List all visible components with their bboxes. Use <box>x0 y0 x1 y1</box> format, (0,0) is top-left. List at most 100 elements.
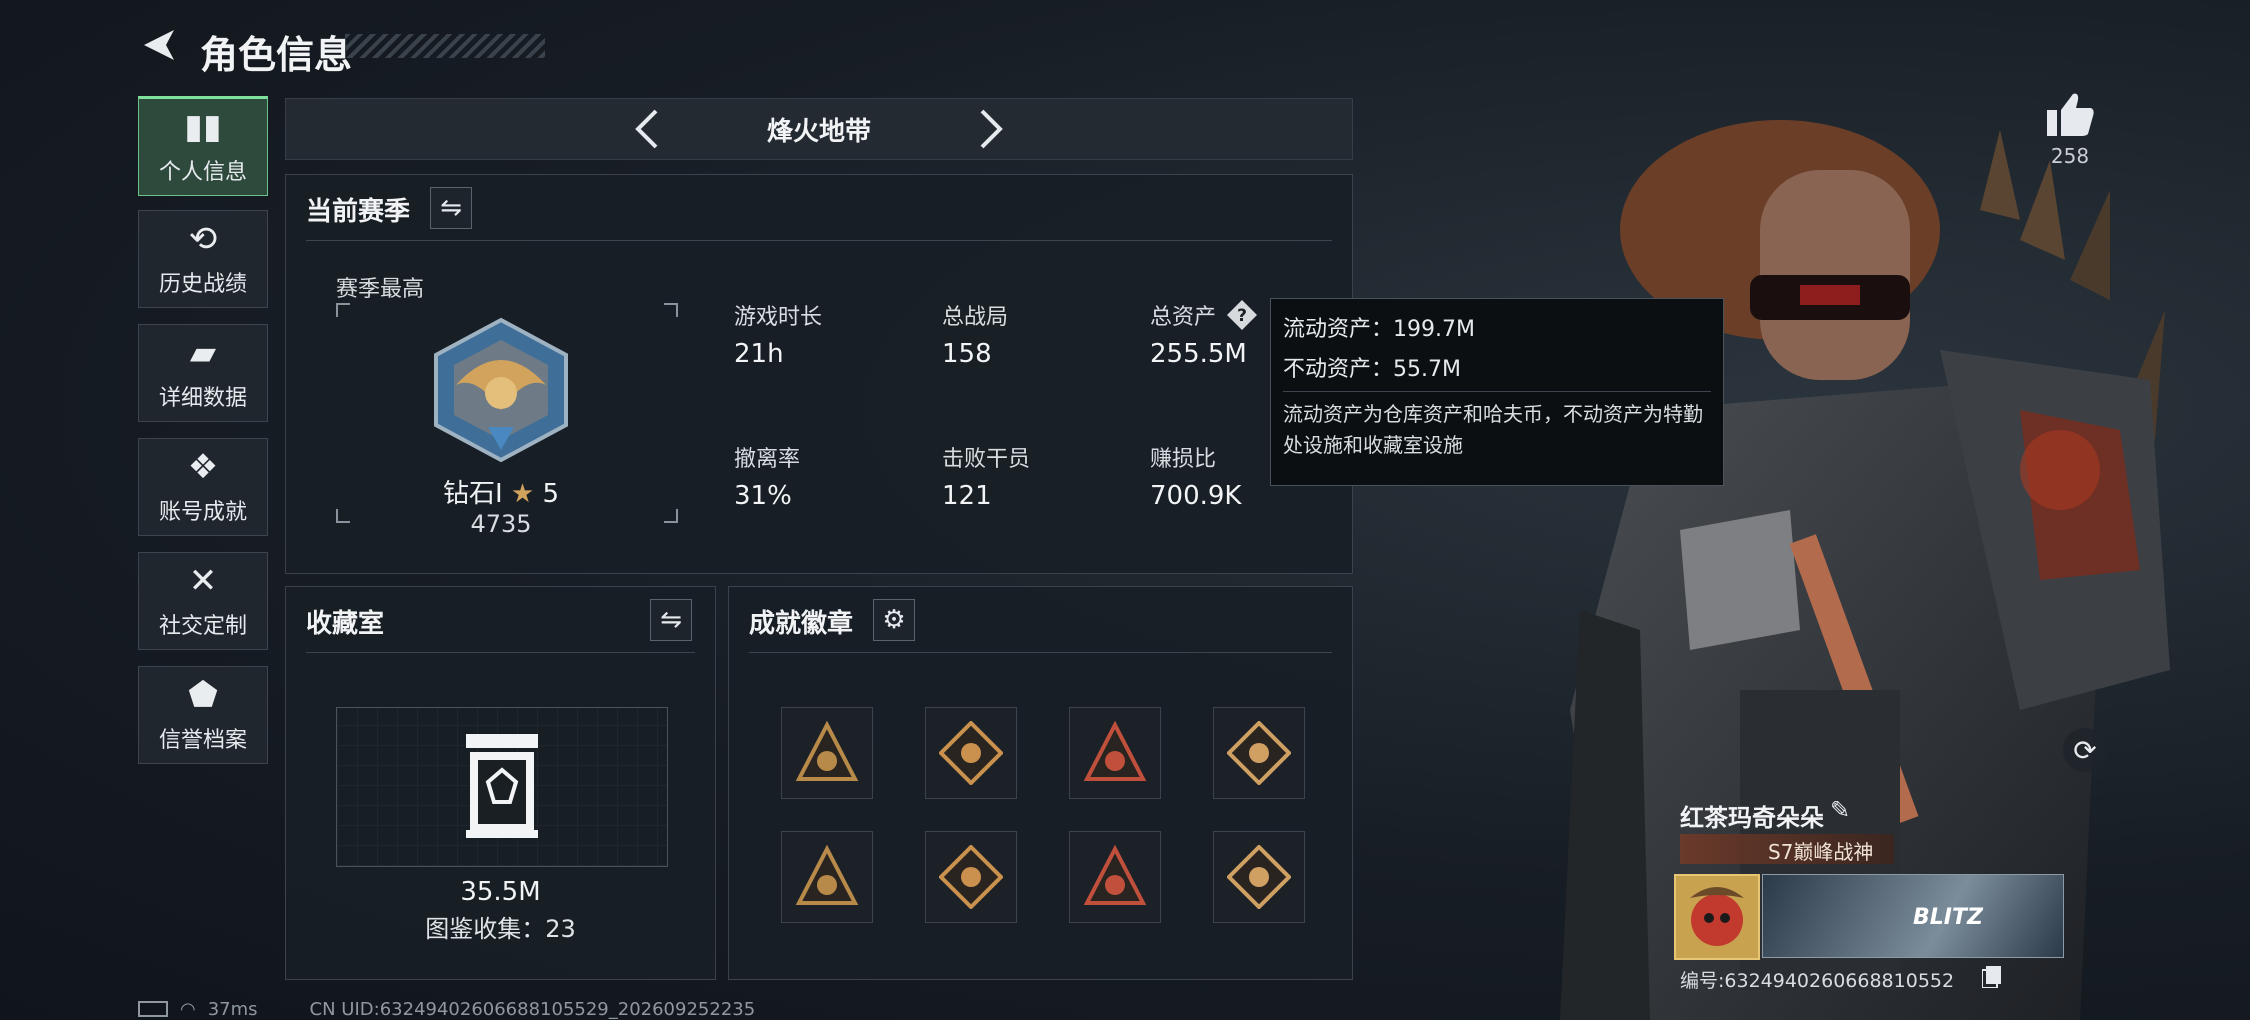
season-peak-label: 赛季最高 <box>336 277 425 302</box>
achievement-badge[interactable] <box>1069 831 1161 923</box>
badges-settings-button[interactable]: ⚙ <box>873 599 915 641</box>
sidebar-item-3[interactable]: ❖ 账号成就 <box>138 438 268 536</box>
player-name: 红茶玛奇朵朵 <box>1680 804 1824 832</box>
stat-label: 撤离率 <box>734 447 801 472</box>
title-tag: S7巅峰战神 <box>1680 834 1894 864</box>
tooltip-description: 流动资产为仓库资产和哈夫币，不动资产为特勤处设施和收藏室设施 <box>1283 402 1703 457</box>
uid-text: CN UID:6324940260668810552​9_20260925223… <box>309 998 756 1020</box>
stat-label: 总资产 <box>1150 305 1217 330</box>
swap-icon: ⇋ <box>440 193 462 223</box>
sidebar-item-1[interactable]: ⟲ 历史战绩 <box>138 210 268 308</box>
season-switch-button[interactable]: ⇋ <box>430 187 472 229</box>
help-icon: ? <box>1227 300 1257 330</box>
tooltip-divider <box>1283 391 1711 392</box>
achievement-badge[interactable] <box>1213 707 1305 799</box>
achievement-badge[interactable] <box>781 831 873 923</box>
wifi-icon: ◠ <box>180 998 196 1020</box>
next-mode-button[interactable] <box>968 107 1012 151</box>
history-icon: ⟲ <box>188 219 218 259</box>
avatar-image <box>1690 887 1744 946</box>
badge-emblem-icon <box>795 845 859 905</box>
gear-icon: ⚙ <box>882 605 906 635</box>
profile-card: 红茶玛奇朵朵 ✎ S7巅峰战神 BLITZ 编号:632494026066881… <box>1674 794 2110 1004</box>
rank-emblem-icon <box>434 317 568 463</box>
achievement-badge[interactable] <box>781 707 873 799</box>
season-title: 当前赛季 <box>306 197 411 227</box>
stat-label: 游戏时长 <box>734 305 823 330</box>
tools-icon: ✕ <box>188 561 218 601</box>
mode-selector: 烽火地带 <box>285 98 1353 160</box>
star-icon: ★ <box>510 479 535 509</box>
refresh-icon: ⟳ <box>2073 733 2097 767</box>
tooltip-liquid-assets: 流动资产：199.7M <box>1283 317 1475 342</box>
collection-preview[interactable] <box>336 707 668 867</box>
rotate-model-button[interactable]: ⟳ <box>2063 728 2107 772</box>
like-button[interactable]: 258 <box>2040 90 2100 180</box>
edit-name-button[interactable]: ✎ <box>1830 796 1860 826</box>
sidebar-item-label: 信誉档案 <box>158 728 247 753</box>
tooltip-fixed-assets: 不动资产：55.7M <box>1283 357 1461 382</box>
sidebar-item-label: 账号成就 <box>158 500 247 525</box>
rank-name: 钻石Ⅰ <box>442 479 503 509</box>
sidebar-item-label: 详细数据 <box>158 386 247 411</box>
collection-panel: 收藏室 ⇋ 35.5M 图鉴收集：23 <box>285 586 716 980</box>
stat-label: 击败干员 <box>942 447 1031 472</box>
rank-score: 4735 <box>470 510 532 538</box>
copy-icon <box>1981 966 2001 989</box>
frame-corner <box>664 509 678 523</box>
season-panel: 当前赛季 ⇋ 赛季最高 钻石Ⅰ ★ 5 4735 游戏时长 21h 总战局 158 总资… <box>285 174 1353 574</box>
badge-emblem-icon <box>795 721 859 781</box>
chevron-right-icon <box>980 109 1003 149</box>
name-card[interactable]: BLITZ <box>1762 874 2064 958</box>
achievement-badge[interactable] <box>1069 707 1161 799</box>
copy-id-button[interactable] <box>1981 966 2002 989</box>
status-bar: ◠ 37ms CN UID:6324940260668810552​9_2026… <box>138 998 755 1020</box>
battery-icon <box>138 1001 168 1017</box>
sidebar-item-5[interactable]: ⬟ 信誉档案 <box>138 666 268 764</box>
achievement-badge[interactable] <box>925 831 1017 923</box>
badge-emblem-icon <box>939 721 1003 785</box>
collection-switch-button[interactable]: ⇋ <box>650 599 692 641</box>
bar-chart-icon: ▮▮ <box>184 107 222 147</box>
vault-icon <box>466 734 538 838</box>
stat-value: 255.5M <box>1150 339 1247 369</box>
badge-emblem-icon <box>1083 845 1147 905</box>
stat-value: 121 <box>942 481 992 511</box>
mode-label: 烽火地带 <box>766 117 871 147</box>
ping-value: 37ms <box>207 998 258 1020</box>
achievement-badge[interactable] <box>925 707 1017 799</box>
badge-emblem-icon <box>1227 721 1291 785</box>
badge-emblem-icon <box>1083 721 1147 781</box>
achievement-icon: ❖ <box>187 447 219 487</box>
pencil-icon: ✎ <box>1830 796 1851 824</box>
back-button[interactable] <box>138 24 180 66</box>
thumbs-up-icon <box>2047 93 2094 136</box>
sidebar-item-label: 历史战绩 <box>158 272 247 297</box>
stat-value: 21h <box>734 339 784 369</box>
stat-value: 700.9K <box>1150 481 1242 511</box>
svg-text:?: ? <box>1237 306 1247 326</box>
frame-corner <box>336 303 350 317</box>
frame-corner <box>664 303 678 317</box>
name-card-text: BLITZ <box>1913 905 1983 930</box>
avatar[interactable] <box>1674 874 1760 960</box>
page-title: 角色信息 <box>200 33 353 77</box>
swap-icon: ⇋ <box>660 605 682 635</box>
badge-emblem-icon <box>1227 845 1291 909</box>
collection-title: 收藏室 <box>306 609 385 639</box>
credit-icon: ⬟ <box>188 675 218 715</box>
rank-name-line: 钻石Ⅰ ★ 5 <box>336 473 666 510</box>
asset-tooltip: 流动资产：199.7M 不动资产：55.7M 流动资产为仓库资产和哈夫币，不动资… <box>1270 298 1724 486</box>
sidebar-item-4[interactable]: ✕ 社交定制 <box>138 552 268 650</box>
achievement-badge[interactable] <box>1213 831 1305 923</box>
stat-value: 158 <box>942 339 992 369</box>
like-count: 258 <box>2050 144 2090 168</box>
stat-label: 赚损比 <box>1150 447 1217 472</box>
folder-icon: ▰ <box>189 333 217 373</box>
badges-title: 成就徽章 <box>749 609 854 639</box>
sidebar-item-0[interactable]: ▮▮ 个人信息 <box>138 96 268 196</box>
asset-help-button[interactable]: ? <box>1226 299 1258 331</box>
badge-emblem-icon <box>939 845 1003 909</box>
sidebar-item-2[interactable]: ▰ 详细数据 <box>138 324 268 422</box>
player-id: 编号:6324940260668810552 <box>1680 970 1955 992</box>
